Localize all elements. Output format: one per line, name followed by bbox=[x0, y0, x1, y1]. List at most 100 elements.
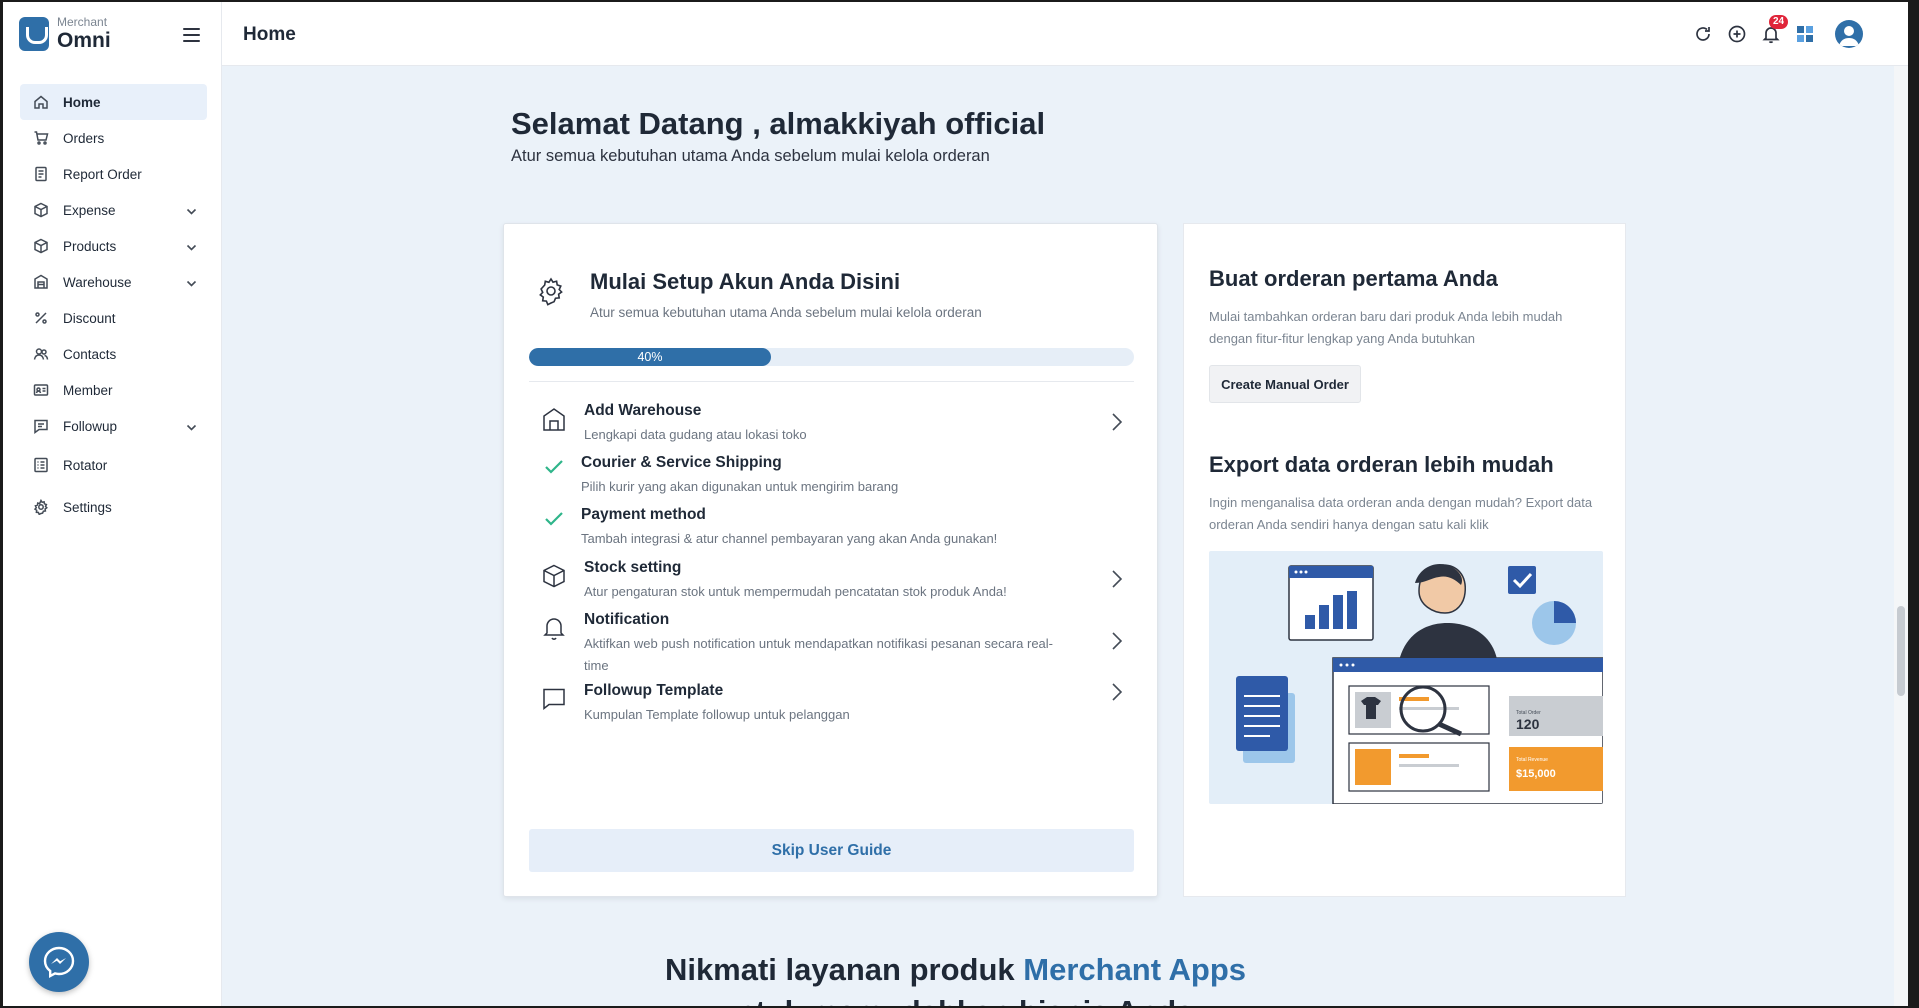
sidebar: Merchant Omni Home Orders Report Order Expe… bbox=[3, 2, 222, 1006]
chevron-down-icon[interactable] bbox=[186, 205, 197, 216]
list-icon bbox=[33, 457, 49, 473]
box-icon bbox=[541, 563, 567, 589]
skip-user-guide-button[interactable]: Skip User Guide bbox=[529, 829, 1134, 872]
sidebar-item-followup[interactable]: Followup bbox=[20, 408, 207, 444]
setup-step-description: Tambah integrasi & atur channel pembayar… bbox=[581, 531, 998, 546]
setup-card: Mulai Setup Akun Anda Disini Atur semua … bbox=[503, 223, 1158, 897]
check-icon bbox=[541, 506, 567, 532]
create-manual-order-button[interactable]: Create Manual Order bbox=[1209, 365, 1361, 403]
page-title: Home bbox=[243, 24, 296, 45]
member-card-icon bbox=[33, 382, 49, 398]
setup-step-item: Courier & Service Shipping Pilih kurir ya… bbox=[529, 454, 1134, 502]
sidebar-item-contacts[interactable]: Contacts bbox=[20, 336, 207, 372]
brand-name: Omni bbox=[57, 29, 111, 52]
apps-grid-icon[interactable] bbox=[1795, 24, 1815, 44]
setup-step-item[interactable]: Followup Template Kumpulan Template follo… bbox=[529, 682, 1134, 730]
illustration-amount-value: $15,000 bbox=[1516, 768, 1556, 780]
sidebar-item-label: Expense bbox=[63, 202, 116, 218]
setup-step-description: Pilih kurir yang akan digunakan untuk me… bbox=[581, 479, 899, 494]
check-icon bbox=[541, 454, 567, 480]
setup-step-item[interactable]: Add Warehouse Lengkapi data gudang atau l… bbox=[529, 402, 1134, 450]
sidebar-item-discount[interactable]: Discount bbox=[20, 300, 207, 336]
bell-icon bbox=[541, 615, 567, 641]
setup-step-title: Payment method bbox=[581, 506, 706, 523]
setup-title: Mulai Setup Akun Anda Disini bbox=[590, 269, 901, 294]
contacts-icon bbox=[33, 346, 49, 362]
chevron-down-icon[interactable] bbox=[186, 421, 197, 432]
sidebar-item-orders[interactable]: Orders bbox=[20, 120, 207, 156]
setup-step-description: Aktifkan web push notification untuk men… bbox=[584, 636, 1054, 673]
refresh-icon[interactable] bbox=[1693, 24, 1713, 44]
illustration-total-value: 120 bbox=[1516, 716, 1540, 732]
divider bbox=[529, 381, 1134, 382]
merchant-apps-heading-prefix: Nikmati layanan produk bbox=[664, 952, 1024, 987]
percent-icon bbox=[33, 310, 49, 326]
sidebar-item-warehouse[interactable]: Warehouse bbox=[20, 264, 207, 300]
sidebar-item-label: Rotator bbox=[63, 457, 108, 473]
sidebar-item-member[interactable]: Member bbox=[20, 372, 207, 408]
sidebar-item-home[interactable]: Home bbox=[20, 84, 207, 120]
app-frame: Merchant Omni Home Orders Report Order Expe… bbox=[3, 2, 1908, 1006]
sidebar-item-products[interactable]: Products bbox=[20, 228, 207, 264]
chevron-right-icon[interactable] bbox=[1110, 569, 1124, 589]
setup-step-description: Atur pengaturan stok untuk mempermudah p… bbox=[584, 584, 1007, 599]
setup-step-item[interactable]: Stock setting Atur pengaturan stok untuk … bbox=[529, 559, 1134, 607]
box-icon bbox=[33, 202, 49, 218]
progress-fill: 40% bbox=[529, 348, 771, 366]
omni-logo-icon bbox=[19, 16, 49, 51]
menu-toggle-icon[interactable] bbox=[183, 28, 200, 42]
sidebar-item-label: Settings bbox=[63, 499, 112, 515]
add-circle-icon[interactable] bbox=[1727, 24, 1747, 44]
sidebar-item-label: Orders bbox=[63, 130, 105, 146]
notification-bell-icon[interactable]: 24 bbox=[1761, 15, 1789, 44]
setup-step-description: Kumpulan Template followup untuk pelangg… bbox=[584, 707, 850, 722]
warehouse-icon bbox=[33, 274, 49, 290]
first-order-description: Mulai tambahkan orderan baru dari produk… bbox=[1209, 309, 1563, 346]
setup-step-item[interactable]: Notification Aktifkan web push notificati… bbox=[529, 611, 1134, 675]
page-scrollbar[interactable] bbox=[1894, 66, 1908, 1006]
chat-icon bbox=[541, 686, 567, 712]
setup-subtitle: Atur semua kebutuhan utama Anda sebelum … bbox=[590, 305, 982, 320]
merchant-apps-heading-line2: untuk memudahkan bisnis Anda bbox=[3, 994, 1908, 1006]
sidebar-item-expense[interactable]: Expense bbox=[20, 192, 207, 228]
sidebar-item-label: Home bbox=[63, 94, 101, 110]
sidebar-item-rotator[interactable]: Rotator bbox=[20, 447, 207, 483]
top-bar: Home 24 bbox=[222, 2, 1908, 66]
sidebar-item-label: Discount bbox=[63, 310, 116, 326]
gear-icon bbox=[33, 499, 49, 515]
sidebar-item-label: Contacts bbox=[63, 346, 117, 362]
home-icon bbox=[33, 94, 49, 110]
box-icon bbox=[33, 238, 49, 254]
brand-subtitle: Merchant bbox=[57, 15, 108, 29]
chevron-right-icon[interactable] bbox=[1110, 682, 1124, 702]
report-icon bbox=[33, 166, 49, 182]
welcome-subtitle: Atur semua kebutuhan utama Anda sebelum … bbox=[511, 147, 990, 165]
warehouse-icon bbox=[541, 406, 567, 432]
chevron-down-icon[interactable] bbox=[186, 277, 197, 288]
setup-step-title: Courier & Service Shipping bbox=[581, 454, 782, 471]
chevron-right-icon[interactable] bbox=[1110, 412, 1124, 432]
sidebar-item-label: Followup bbox=[63, 418, 118, 434]
sidebar-item-label: Products bbox=[63, 238, 117, 254]
merchant-apps-heading: Nikmati layanan produk Merchant Apps bbox=[3, 952, 1908, 988]
cart-icon bbox=[33, 130, 49, 146]
sidebar-item-label: Warehouse bbox=[63, 274, 132, 290]
export-description: Ingin menganalisa data orderan anda deng… bbox=[1209, 495, 1593, 532]
setup-step-title: Add Warehouse bbox=[584, 402, 702, 419]
brand-logo[interactable]: Merchant Omni bbox=[19, 16, 111, 51]
illustration-amount-label: Total Revenue bbox=[1516, 757, 1548, 763]
chevron-down-icon[interactable] bbox=[186, 241, 197, 252]
notification-count-badge: 24 bbox=[1769, 15, 1789, 29]
chat-icon bbox=[33, 418, 49, 434]
sidebar-nav: Home Orders Report Order Expense Products War… bbox=[20, 84, 207, 525]
scrollbar-thumb[interactable] bbox=[1897, 606, 1905, 696]
user-icon bbox=[1839, 26, 1859, 46]
sidebar-item-label: Report Order bbox=[63, 166, 142, 182]
welcome-section: Selamat Datang , almakkiyah official Atu… bbox=[511, 106, 1045, 166]
sidebar-item-settings[interactable]: Settings bbox=[20, 489, 207, 525]
user-avatar[interactable] bbox=[1835, 20, 1863, 48]
setup-step-title: Stock setting bbox=[584, 559, 682, 576]
sidebar-item-report-order[interactable]: Report Order bbox=[20, 156, 207, 192]
chevron-right-icon[interactable] bbox=[1110, 631, 1124, 651]
first-order-title: Buat orderan pertama Anda bbox=[1209, 266, 1498, 291]
